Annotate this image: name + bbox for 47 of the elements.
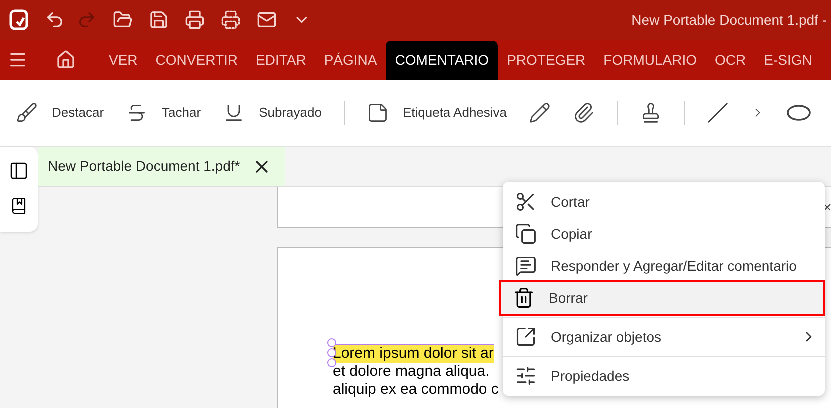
menu-item[interactable]: Cortar [503,186,825,218]
comment-icon [515,255,537,277]
bookmark-icon[interactable] [10,197,28,215]
pencil-icon[interactable] [529,102,552,124]
ribbon-tab[interactable]: E-SIGN [755,41,822,80]
scissors-icon [515,191,537,213]
ellipse-icon[interactable] [787,105,812,121]
line-icon[interactable] [707,102,730,124]
menu-item[interactable]: Organizar objetos [503,321,825,353]
sliders-icon [515,365,537,387]
folder-icon[interactable] [113,10,133,30]
toolbar-button[interactable]: Subrayado [223,102,322,124]
logo-icon[interactable] [9,9,29,31]
save-icon[interactable] [149,10,169,30]
printer-icon[interactable] [185,10,205,30]
note-icon [366,102,389,124]
ribbon-tab[interactable]: EDITAR [247,41,316,80]
close-icon[interactable] [822,202,831,213]
document-tab[interactable]: New Portable Document 1.pdf* [38,147,285,186]
brush-icon [16,102,38,124]
ribbon-tab[interactable]: VER [100,41,147,80]
toolbar-button[interactable]: Tachar [126,102,202,124]
mail-icon[interactable] [257,10,277,30]
ribbon-tab[interactable]: CONVERTIR [146,41,247,80]
menu-item[interactable]: Borrar [501,282,823,314]
ribbon-tab[interactable]: OCR [706,41,756,80]
toolbar-button[interactable]: Destacar [16,102,104,124]
ribbon-tab[interactable]: PÁGINA [315,41,386,80]
ribbon-tab[interactable]: FORMULARIO [594,41,706,80]
copy-icon [515,223,537,245]
menu-item[interactable]: Propiedades [503,360,825,392]
page-text: et dolore magna aliqua. [333,363,490,381]
home-icon[interactable] [56,50,76,70]
undo-icon[interactable] [45,10,65,30]
window-title: New Portable Document 1.pdf - [632,10,827,30]
menu-item[interactable]: Copiar [503,218,825,250]
page-text: aliquip ex ea commodo c [333,381,499,399]
ribbon-tab[interactable]: PROTEGER [498,41,595,80]
trash-icon [513,287,535,309]
arrange-icon [515,326,537,348]
print-area-icon[interactable] [221,10,241,30]
document-tab-title: New Portable Document 1.pdf* [48,157,240,176]
paperclip-icon[interactable] [573,102,596,124]
toolbar-button[interactable]: Etiqueta Adhesiva [366,102,508,124]
panel-icon[interactable] [9,161,29,181]
ribbon-tab[interactable]: COMENTARIO [386,41,498,80]
menu-item[interactable]: Responder y Agregar/Editar comentario [503,250,825,282]
